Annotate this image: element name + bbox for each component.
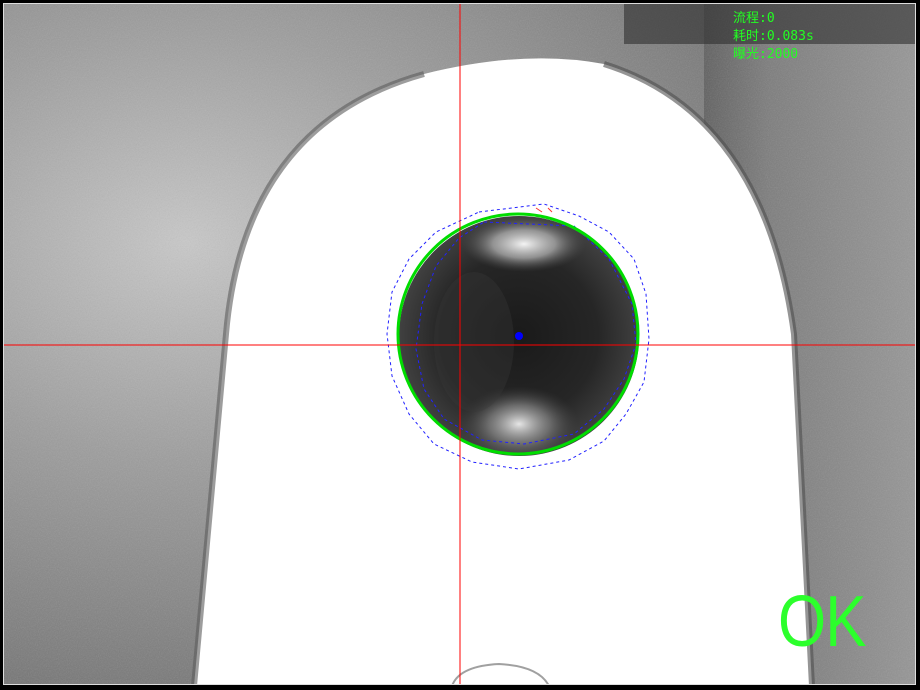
elapsed-time-label: 耗时:0.083s bbox=[733, 29, 814, 44]
exposure-label: 曝光:2000 bbox=[733, 47, 799, 62]
center-marker bbox=[515, 332, 523, 340]
vision-viewer: 流程:0 耗时:0.083s 曝光:2000 OK bbox=[0, 0, 920, 690]
process-label: 流程:0 bbox=[733, 11, 775, 26]
status-overlay: 流程:0 耗时:0.083s 曝光:2000 bbox=[733, 10, 814, 64]
result-status: OK bbox=[778, 582, 867, 662]
